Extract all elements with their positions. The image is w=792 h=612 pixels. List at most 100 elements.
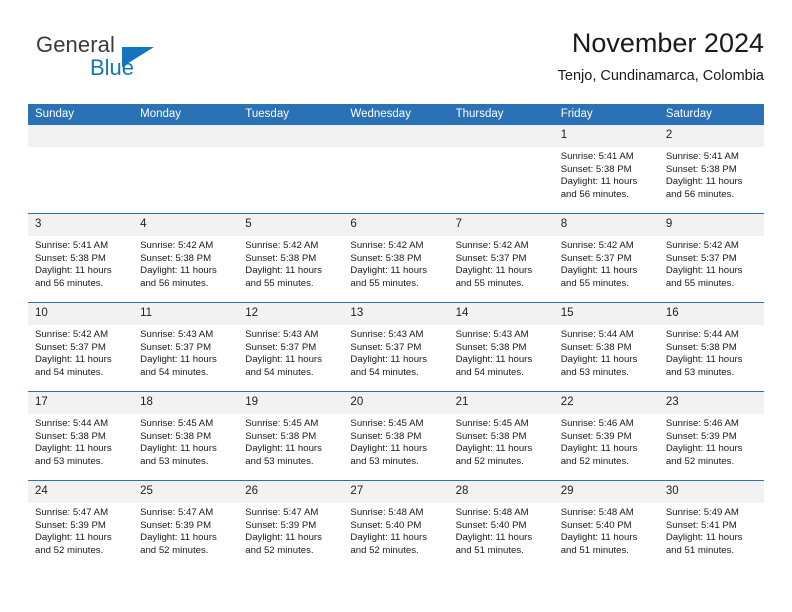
day-number: 30	[658, 481, 764, 503]
calendar-body: 1 Sunrise: 5:41 AM Sunset: 5:38 PM Daylight…	[28, 125, 764, 569]
sunset-text: Sunset: 5:37 PM	[140, 341, 212, 353]
daylight-text: Daylight: 11 hours and 52 minutes.	[245, 532, 322, 556]
day-number: 10	[28, 303, 134, 325]
day-number: 12	[238, 303, 344, 325]
calendar-day-cell[interactable]: 23 Sunrise: 5:46 AM Sunset: 5:39 PM Dayligh…	[658, 391, 764, 481]
day-sun-info: Sunrise: 5:46 AM Sunset: 5:39 PM Daylight:…	[659, 414, 764, 468]
sunrise-text: Sunrise: 5:41 AM	[35, 240, 109, 251]
calendar-day-cell[interactable]: 20 Sunrise: 5:45 AM Sunset: 5:38 PM Dayligh…	[343, 391, 449, 481]
day-sun-info: Sunrise: 5:45 AM Sunset: 5:38 PM Daylight:…	[133, 414, 238, 468]
calendar-day-cell[interactable]: 26 Sunrise: 5:47 AM Sunset: 5:39 PM Dayligh…	[238, 480, 344, 569]
calendar-day-cell[interactable]: 22 Sunrise: 5:46 AM Sunset: 5:39 PM Dayligh…	[553, 391, 659, 481]
day-number: 1	[553, 125, 659, 147]
calendar-day-cell[interactable]: 8 Sunrise: 5:42 AM Sunset: 5:37 PM Daylight…	[553, 213, 659, 303]
calendar-day-cell[interactable]: 25 Sunrise: 5:47 AM Sunset: 5:39 PM Dayligh…	[133, 480, 239, 569]
calendar-day-cell[interactable]: 7 Sunrise: 5:42 AM Sunset: 5:37 PM Daylight…	[448, 213, 554, 303]
sunrise-text: Sunrise: 5:42 AM	[665, 240, 739, 251]
day-sun-info: Sunrise: 5:42 AM Sunset: 5:37 PM Daylight:…	[449, 236, 554, 290]
calendar-day-cell[interactable]: 10 Sunrise: 5:42 AM Sunset: 5:37 PM Dayligh…	[28, 302, 134, 392]
day-sun-info: Sunrise: 5:42 AM Sunset: 5:37 PM Daylight:…	[554, 236, 659, 290]
sunrise-text: Sunrise: 5:47 AM	[140, 507, 214, 518]
day-sun-info: Sunrise: 5:42 AM Sunset: 5:37 PM Daylight:…	[28, 325, 133, 379]
daylight-text: Daylight: 11 hours and 51 minutes.	[560, 532, 638, 556]
calendar-cell-empty	[448, 125, 554, 214]
sunset-text: Sunset: 5:40 PM	[455, 519, 527, 531]
sunset-text: Sunset: 5:37 PM	[665, 252, 737, 264]
day-number: 7	[448, 214, 554, 236]
day-sun-info: Sunrise: 5:48 AM Sunset: 5:40 PM Daylight:…	[554, 503, 659, 557]
day-number: 20	[343, 392, 449, 414]
calendar-day-cell[interactable]: 4 Sunrise: 5:42 AM Sunset: 5:38 PM Daylight…	[133, 213, 239, 303]
daylight-text: Daylight: 11 hours and 56 minutes.	[35, 265, 112, 289]
sunrise-text: Sunrise: 5:45 AM	[455, 418, 529, 429]
day-sun-info: Sunrise: 5:45 AM Sunset: 5:38 PM Daylight:…	[343, 414, 448, 468]
sunset-text: Sunset: 5:39 PM	[35, 519, 106, 531]
daylight-text: Daylight: 11 hours and 55 minutes.	[455, 265, 533, 289]
calendar-day-cell[interactable]: 13 Sunrise: 5:43 AM Sunset: 5:37 PM Dayligh…	[343, 302, 449, 392]
day-sun-info: Sunrise: 5:43 AM Sunset: 5:37 PM Daylight:…	[238, 325, 343, 379]
sunset-text: Sunset: 5:38 PM	[350, 252, 422, 264]
day-sun-info: Sunrise: 5:47 AM Sunset: 5:39 PM Daylight:…	[28, 503, 133, 557]
sunset-text: Sunset: 5:40 PM	[350, 519, 422, 531]
sunrise-text: Sunrise: 5:42 AM	[245, 240, 319, 251]
sunrise-text: Sunrise: 5:47 AM	[35, 507, 109, 518]
day-number: 9	[658, 214, 764, 236]
sunset-text: Sunset: 5:39 PM	[560, 430, 632, 442]
calendar-day-cell[interactable]: 6 Sunrise: 5:42 AM Sunset: 5:38 PM Daylight…	[343, 213, 449, 303]
day-number: 13	[343, 303, 449, 325]
sunrise-text: Sunrise: 5:48 AM	[350, 507, 424, 518]
daylight-text: Daylight: 11 hours and 55 minutes.	[560, 265, 638, 289]
calendar-day-cell[interactable]: 1 Sunrise: 5:41 AM Sunset: 5:38 PM Daylight…	[553, 125, 659, 214]
calendar-page: General Blue November 2024 Tenjo, Cundin…	[0, 0, 792, 612]
calendar-day-cell[interactable]: 14 Sunrise: 5:43 AM Sunset: 5:38 PM Dayligh…	[448, 302, 554, 392]
sunrise-text: Sunrise: 5:44 AM	[35, 418, 109, 429]
calendar-cell-empty	[28, 125, 134, 214]
title-block: November 2024 Tenjo, Cundinamarca, Colom…	[558, 26, 764, 85]
calendar-day-cell[interactable]: 19 Sunrise: 5:45 AM Sunset: 5:38 PM Dayligh…	[238, 391, 344, 481]
logo-text-blue: Blue	[90, 55, 135, 80]
sunrise-text: Sunrise: 5:41 AM	[665, 151, 739, 162]
calendar-day-cell[interactable]: 24 Sunrise: 5:47 AM Sunset: 5:39 PM Dayligh…	[28, 480, 134, 569]
day-sun-info: Sunrise: 5:44 AM Sunset: 5:38 PM Daylight:…	[659, 325, 764, 379]
daylight-text: Daylight: 11 hours and 56 minutes.	[140, 265, 217, 289]
sunrise-text: Sunrise: 5:44 AM	[665, 329, 739, 340]
calendar-cell-empty	[133, 125, 239, 214]
calendar-day-cell[interactable]: 28 Sunrise: 5:48 AM Sunset: 5:40 PM Dayligh…	[448, 480, 554, 569]
calendar-day-cell[interactable]: 11 Sunrise: 5:43 AM Sunset: 5:37 PM Dayligh…	[133, 302, 239, 392]
calendar-day-cell[interactable]: 18 Sunrise: 5:45 AM Sunset: 5:38 PM Dayligh…	[133, 391, 239, 481]
weekday-header-sunday: Sunday	[28, 104, 134, 125]
calendar-day-cell[interactable]: 17 Sunrise: 5:44 AM Sunset: 5:38 PM Dayligh…	[28, 391, 134, 481]
calendar-day-cell[interactable]: 29 Sunrise: 5:48 AM Sunset: 5:40 PM Dayligh…	[553, 480, 659, 569]
day-sun-info: Sunrise: 5:42 AM Sunset: 5:38 PM Daylight:…	[133, 236, 238, 290]
general-blue-logo[interactable]: General Blue	[28, 32, 208, 88]
calendar-day-cell[interactable]: 3 Sunrise: 5:41 AM Sunset: 5:38 PM Daylight…	[28, 213, 134, 303]
sunset-text: Sunset: 5:38 PM	[560, 341, 632, 353]
day-number: 26	[238, 481, 344, 503]
weekday-header-wednesday: Wednesday	[343, 104, 449, 125]
sunset-text: Sunset: 5:39 PM	[665, 430, 737, 442]
day-number: 17	[28, 392, 134, 414]
day-sun-info: Sunrise: 5:43 AM Sunset: 5:38 PM Daylight:…	[449, 325, 554, 379]
calendar-day-cell[interactable]: 16 Sunrise: 5:44 AM Sunset: 5:38 PM Dayligh…	[658, 302, 764, 392]
daylight-text: Daylight: 11 hours and 53 minutes.	[245, 443, 322, 467]
calendar-day-cell[interactable]: 21 Sunrise: 5:45 AM Sunset: 5:38 PM Dayligh…	[448, 391, 554, 481]
sunset-text: Sunset: 5:38 PM	[665, 163, 737, 175]
sunset-text: Sunset: 5:37 PM	[455, 252, 527, 264]
day-sun-info: Sunrise: 5:42 AM Sunset: 5:38 PM Daylight:…	[343, 236, 448, 290]
calendar-week-row: 17 Sunrise: 5:44 AM Sunset: 5:38 PM Dayligh…	[28, 391, 764, 481]
sunrise-text: Sunrise: 5:45 AM	[245, 418, 319, 429]
calendar-day-cell[interactable]: 30 Sunrise: 5:49 AM Sunset: 5:41 PM Dayligh…	[658, 480, 764, 569]
day-number: 4	[133, 214, 239, 236]
calendar-day-cell[interactable]: 9 Sunrise: 5:42 AM Sunset: 5:37 PM Daylight…	[658, 213, 764, 303]
calendar-day-cell[interactable]: 15 Sunrise: 5:44 AM Sunset: 5:38 PM Dayligh…	[553, 302, 659, 392]
page-title: November 2024	[571, 28, 764, 58]
day-number	[448, 125, 554, 147]
calendar-day-cell[interactable]: 12 Sunrise: 5:43 AM Sunset: 5:37 PM Dayligh…	[238, 302, 344, 392]
calendar-week-row: 3 Sunrise: 5:41 AM Sunset: 5:38 PM Daylight…	[28, 213, 764, 303]
day-sun-info: Sunrise: 5:44 AM Sunset: 5:38 PM Daylight:…	[554, 325, 659, 379]
calendar-day-cell[interactable]: 2 Sunrise: 5:41 AM Sunset: 5:38 PM Daylight…	[658, 125, 764, 214]
day-number	[343, 125, 449, 147]
calendar-day-cell[interactable]: 5 Sunrise: 5:42 AM Sunset: 5:38 PM Daylight…	[238, 213, 344, 303]
day-sun-info: Sunrise: 5:47 AM Sunset: 5:39 PM Daylight:…	[238, 503, 343, 557]
calendar-day-cell[interactable]: 27 Sunrise: 5:48 AM Sunset: 5:40 PM Dayligh…	[343, 480, 449, 569]
